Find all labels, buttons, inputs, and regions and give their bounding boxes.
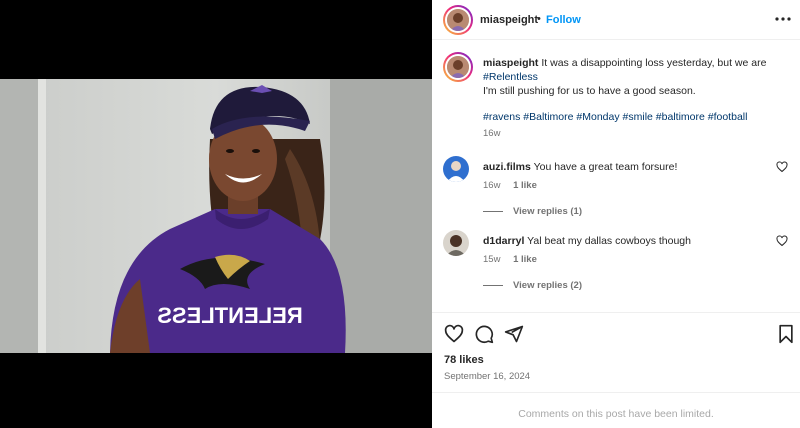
hashtag-smile[interactable]: #smile	[623, 111, 653, 123]
comment-item: auzi.films You have a great team forsure…	[443, 156, 788, 236]
post-panel: miaspeight • Follow miaspeight It was a …	[432, 0, 800, 428]
hashtag-baltimore[interactable]: #baltimore	[656, 111, 705, 123]
author-avatar[interactable]	[443, 5, 473, 35]
comment-meta: 16w 1 like	[483, 180, 547, 191]
caption-text: miaspeight It was a disappointing loss y…	[483, 56, 783, 98]
shirt-text: RELENTLESS	[157, 303, 302, 328]
hashtag-monday[interactable]: #Monday	[576, 111, 619, 123]
view-replies-link[interactable]: View replies (1)	[483, 206, 582, 217]
heart-icon[interactable]	[444, 324, 464, 344]
comment-timestamp: 16w	[483, 180, 501, 191]
comment-heart-icon[interactable]	[776, 161, 788, 173]
more-options-icon[interactable]	[773, 9, 793, 29]
caption-timestamp: 16w	[483, 128, 501, 139]
comment-body: You have a great team forsure!	[530, 161, 678, 173]
comment-username[interactable]: d1darryl	[483, 235, 524, 247]
hashtag-list: #ravens #Baltimore #Monday #smile #balti…	[483, 110, 783, 124]
comment-heart-icon[interactable]	[776, 235, 788, 247]
separator-dot: •	[537, 13, 541, 25]
comment-likes[interactable]: 1 like	[513, 254, 537, 265]
hashtag-baltimore-cap[interactable]: #Baltimore	[523, 111, 573, 123]
comment-timestamp: 15w	[483, 254, 501, 265]
media-pane: RELENTLESS	[0, 0, 432, 428]
like-count[interactable]: 78 likes	[444, 354, 484, 366]
follow-button[interactable]: Follow	[546, 14, 581, 26]
caption-username[interactable]: miaspeight	[483, 57, 538, 69]
hashtag-ravens[interactable]: #ravens	[483, 111, 520, 123]
comment-body: Yal beat my dallas cowboys though	[524, 235, 691, 247]
photo-illustration: RELENTLESS	[0, 79, 432, 353]
comment-username[interactable]: auzi.films	[483, 161, 531, 173]
action-bar: 78 likes September 16, 2024	[432, 312, 800, 392]
author-username[interactable]: miaspeight	[480, 14, 538, 26]
comments-limited-notice: Comments on this post have been limited.	[518, 408, 714, 420]
bookmark-icon[interactable]	[776, 324, 796, 344]
commenter-avatar[interactable]	[443, 230, 469, 256]
comments-limited-footer: Comments on this post have been limited.	[432, 392, 800, 428]
commenter-avatar[interactable]	[443, 156, 469, 182]
share-icon[interactable]	[504, 324, 524, 344]
post-date: September 16, 2024	[444, 371, 531, 382]
post-photo[interactable]: RELENTLESS	[0, 79, 432, 353]
caption-body: It was a disappointing loss yesterday, b…	[538, 57, 767, 69]
hashtag-football[interactable]: #football	[708, 111, 748, 123]
comment-likes[interactable]: 1 like	[513, 180, 537, 191]
comment-icon[interactable]	[474, 324, 494, 344]
caption-avatar[interactable]	[443, 52, 473, 82]
view-replies-link[interactable]: View replies (2)	[483, 280, 582, 291]
caption-hashtag-relentless[interactable]: #Relentless	[483, 71, 538, 83]
comment-item: d1darryl Yal beat my dallas cowboys thou…	[443, 230, 788, 310]
comment-text: auzi.films You have a great team forsure…	[483, 160, 677, 174]
caption-line-2: I'm still pushing for us to have a good …	[483, 85, 696, 97]
post-header: miaspeight • Follow	[432, 0, 800, 40]
comment-meta: 15w 1 like	[483, 254, 547, 265]
comment-text: d1darryl Yal beat my dallas cowboys thou…	[483, 234, 691, 248]
